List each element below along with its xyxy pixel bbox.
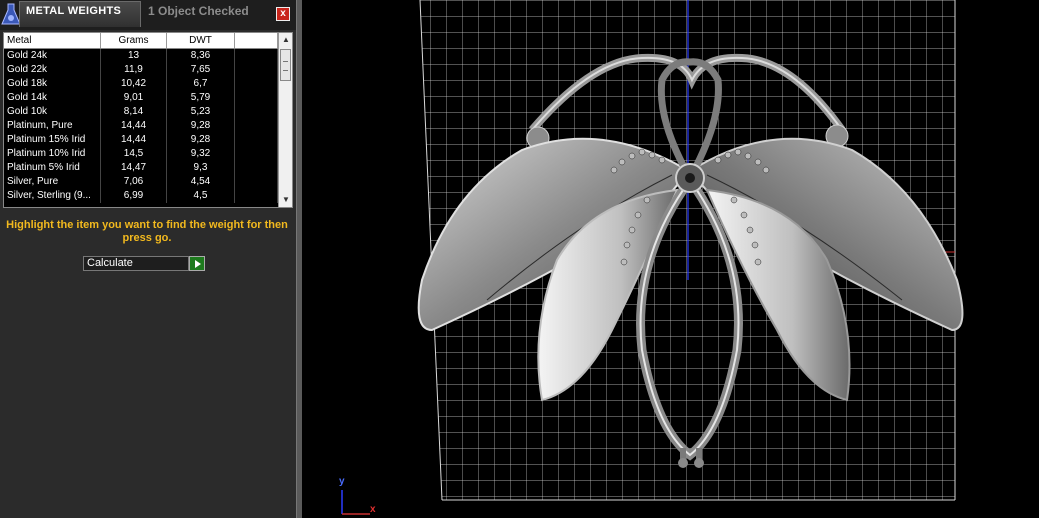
table-row[interactable]: Gold 10k 8,14 5,23	[4, 105, 278, 119]
metal-cell: Platinum 15% Irid	[4, 133, 101, 147]
metal-cell: Gold 24k	[4, 49, 101, 63]
grams-cell: 6,99	[101, 189, 167, 203]
axis-x-label: x	[370, 504, 376, 515]
empty-cell	[235, 77, 278, 91]
close-button[interactable]: x	[276, 7, 290, 21]
empty-cell	[235, 105, 278, 119]
dwt-cell: 6,7	[167, 77, 235, 91]
scroll-up-arrow-icon[interactable]: ▲	[279, 33, 292, 47]
empty-cell	[235, 49, 278, 63]
grams-cell: 10,42	[101, 77, 167, 91]
table-row[interactable]: Gold 22k 11,9 7,65	[4, 63, 278, 77]
dwt-cell: 9,28	[167, 133, 235, 147]
column-header-empty	[235, 33, 278, 48]
empty-cell	[235, 147, 278, 161]
instruction-text: Highlight the item you want to find the …	[6, 219, 288, 244]
dwt-cell: 4,54	[167, 175, 235, 189]
grams-cell: 13	[101, 49, 167, 63]
dwt-cell: 8,36	[167, 49, 235, 63]
scroll-down-arrow-icon[interactable]: ▼	[279, 193, 292, 207]
metal-cell: Platinum 5% Irid	[4, 161, 101, 175]
panel-titlebar: METAL WEIGHTS 1 Object Checked x	[0, 0, 296, 30]
dwt-cell: 5,79	[167, 91, 235, 105]
metal-cell: Gold 10k	[4, 105, 101, 119]
axis-y-label: y	[339, 476, 345, 487]
grams-cell: 9,01	[101, 91, 167, 105]
table-row[interactable]: Platinum, Pure 14,44 9,28	[4, 119, 278, 133]
empty-cell	[235, 189, 278, 203]
axis-gizmo-icon	[341, 490, 370, 515]
empty-cell	[235, 175, 278, 189]
column-header-metal[interactable]: Metal	[4, 33, 101, 48]
calculate-select[interactable]: Calculate	[83, 256, 189, 271]
metal-cell: Platinum 10% Irid	[4, 147, 101, 161]
grams-cell: 14,47	[101, 161, 167, 175]
column-header-dwt[interactable]: DWT	[167, 33, 235, 48]
dwt-cell: 7,65	[167, 63, 235, 77]
table-row[interactable]: Silver, Pure 7,06 4,54	[4, 175, 278, 189]
table-row[interactable]: Silver, Sterling (9... 6,99 4,5	[4, 189, 278, 203]
go-button[interactable]	[189, 256, 205, 271]
metal-cell: Gold 18k	[4, 77, 101, 91]
empty-cell	[235, 63, 278, 77]
grams-cell: 8,14	[101, 105, 167, 119]
grams-cell: 11,9	[101, 63, 167, 77]
empty-cell	[235, 91, 278, 105]
dwt-cell: 9,3	[167, 161, 235, 175]
dwt-cell: 9,32	[167, 147, 235, 161]
viewport-canvas[interactable]	[302, 0, 1039, 518]
empty-cell	[235, 161, 278, 175]
metal-cell: Silver, Sterling (9...	[4, 189, 101, 203]
table-row[interactable]: Platinum 10% Irid 14,5 9,32	[4, 147, 278, 161]
scroll-grip-icon	[283, 61, 288, 71]
dwt-cell: 4,5	[167, 189, 235, 203]
panel-title-tab[interactable]: METAL WEIGHTS	[19, 1, 141, 27]
grams-cell: 14,44	[101, 133, 167, 147]
table-row[interactable]: Gold 14k 9,01 5,79	[4, 91, 278, 105]
empty-cell	[235, 133, 278, 147]
dwt-cell: 9,28	[167, 119, 235, 133]
dwt-cell: 5,23	[167, 105, 235, 119]
grams-cell: 7,06	[101, 175, 167, 189]
metal-weights-table: Metal Grams DWT Gold 24k 13 8,36 Gold 22k 11…	[3, 32, 293, 208]
column-header-grams[interactable]: Grams	[101, 33, 167, 48]
grams-cell: 14,5	[101, 147, 167, 161]
metal-cell: Silver, Pure	[4, 175, 101, 189]
metal-cell: Gold 22k	[4, 63, 101, 77]
scroll-thumb[interactable]	[280, 49, 291, 81]
table-row[interactable]: Gold 24k 13 8,36	[4, 49, 278, 63]
panel-title: METAL WEIGHTS	[26, 5, 122, 17]
table-header: Metal Grams DWT	[4, 33, 278, 49]
metal-weights-panel: METAL WEIGHTS 1 Object Checked x Metal G…	[0, 0, 296, 518]
table-row[interactable]: Gold 18k 10,42 6,7	[4, 77, 278, 91]
table-row[interactable]: Platinum 5% Irid 14,47 9,3	[4, 161, 278, 175]
table-scrollbar[interactable]: ▲ ▼	[278, 33, 292, 207]
grams-cell: 14,44	[101, 119, 167, 133]
metal-cell: Platinum, Pure	[4, 119, 101, 133]
empty-cell	[235, 119, 278, 133]
3d-viewport[interactable]: y x	[302, 0, 1039, 518]
objects-checked-status: 1 Object Checked	[148, 4, 249, 18]
metal-cell: Gold 14k	[4, 91, 101, 105]
table-row[interactable]: Platinum 15% Irid 14,44 9,28	[4, 133, 278, 147]
